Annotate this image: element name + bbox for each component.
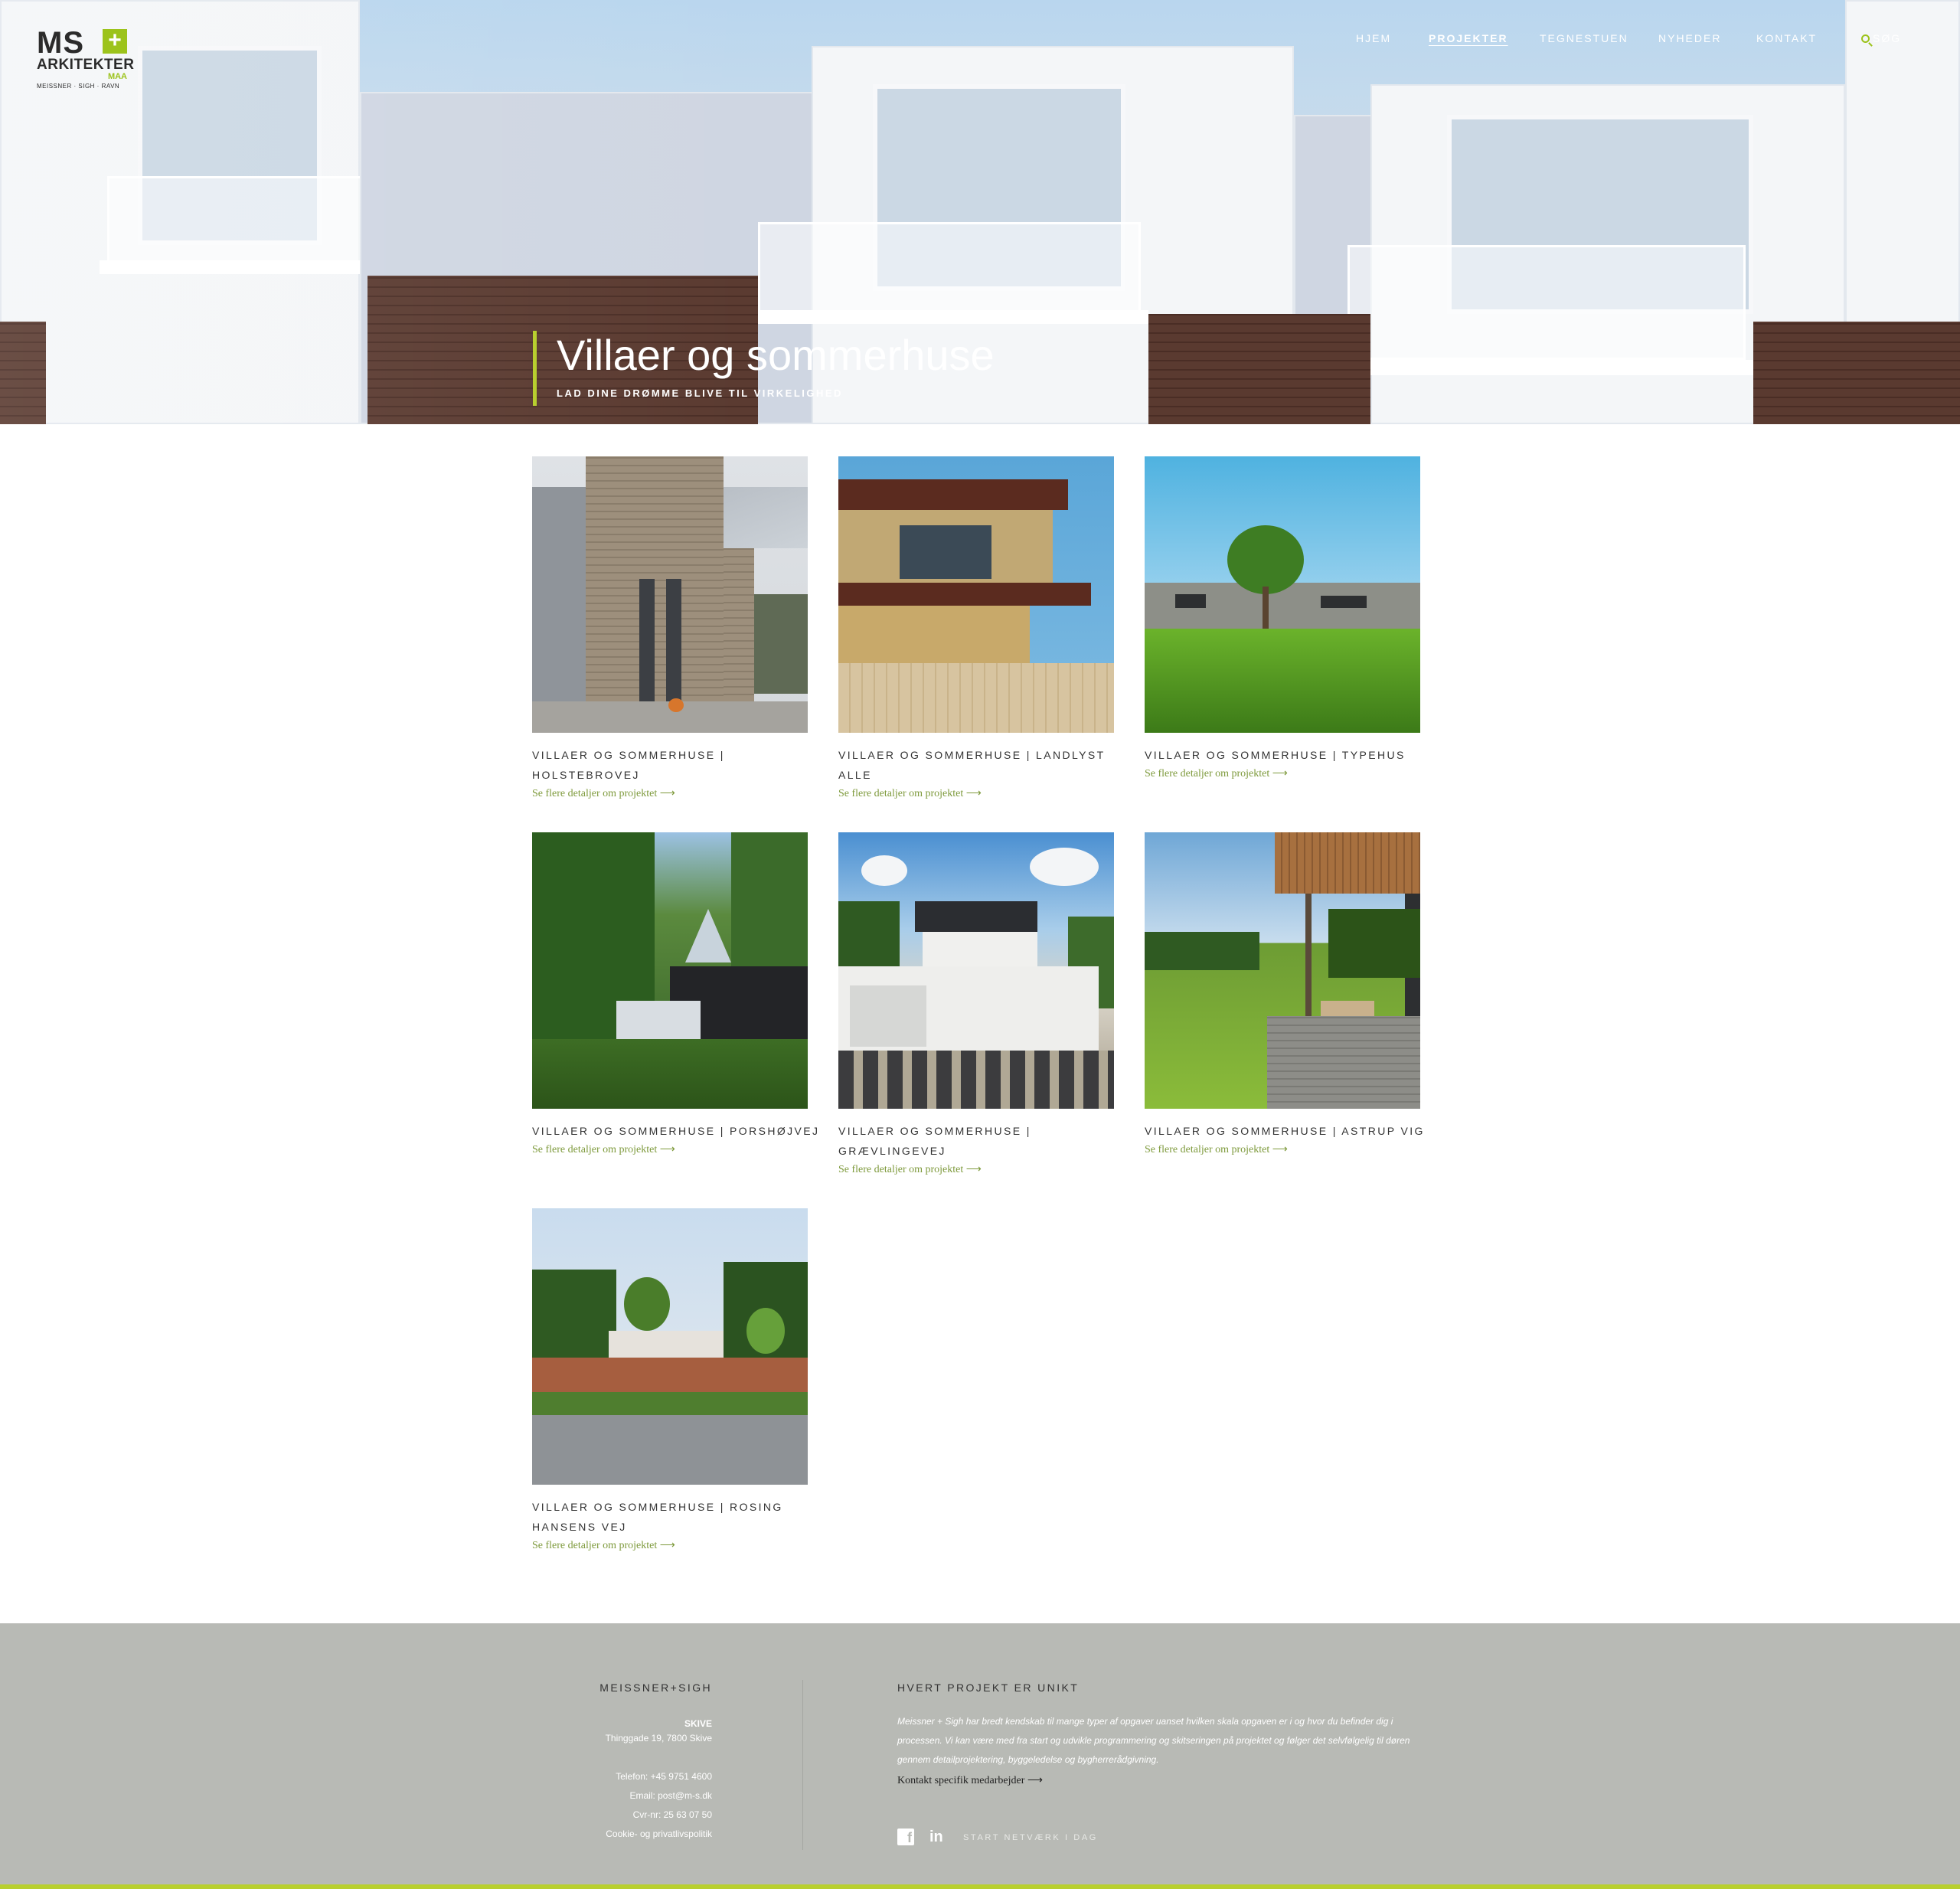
project-card[interactable]: VILLAER OG SOMMERHUSE | ROSING HANSENS V… (532, 1208, 808, 1555)
nav-item-tegnestuen[interactable]: TEGNESTUEN (1540, 32, 1628, 44)
hero-banner: MS + ARKITEKTER MAA MEISSNER · SIGH · RA… (0, 0, 1960, 424)
site-footer: MEISSNER+SIGH SKIVE Thinggade 19, 7800 S… (0, 1623, 1960, 1889)
project-title[interactable]: VILLAER OG SOMMERHUSE | LANDLYST ALLE (838, 745, 1129, 785)
footer-divider (802, 1680, 803, 1850)
footer-policy-link[interactable]: Cookie- og privatlivspolitik (536, 1825, 712, 1844)
project-thumbnail[interactable] (1145, 456, 1420, 733)
project-details-link[interactable]: Se flere detaljer om projektet ⟶ (838, 1161, 1114, 1179)
main-nav: HJEM PROJEKTER TEGNESTUEN NYHEDER KONTAK… (0, 32, 1960, 47)
project-title[interactable]: VILLAER OG SOMMERHUSE | ASTRUP VIG (1145, 1121, 1436, 1141)
facebook-icon[interactable]: f (897, 1829, 914, 1845)
footer-contact: MEISSNER+SIGH SKIVE Thinggade 19, 7800 S… (536, 1681, 712, 1844)
project-thumbnail[interactable] (532, 456, 808, 733)
nav-item-nyheder[interactable]: NYHEDER (1658, 32, 1721, 44)
project-card[interactable]: VILLAER OG SOMMERHUSE | GRÆVLINGEVEJ Se … (838, 832, 1114, 1179)
project-details-link[interactable]: Se flere detaljer om projektet ⟶ (838, 785, 1114, 803)
footer-address: Thinggade 19, 7800 Skive (605, 1733, 712, 1744)
footer-social-text: START NETVÆRK I DAG (963, 1833, 1098, 1842)
project-title[interactable]: VILLAER OG SOMMERHUSE | GRÆVLINGEVEJ (838, 1121, 1129, 1161)
search-label: SØG (1873, 32, 1902, 44)
nav-item-kontakt[interactable]: KONTAKT (1756, 32, 1817, 44)
footer-about: HVERT PROJEKT ER UNIKT Meissner + Sigh h… (897, 1681, 1433, 1787)
project-thumbnail[interactable] (532, 832, 808, 1109)
project-title[interactable]: VILLAER OG SOMMERHUSE | HOLSTEBROVEJ (532, 745, 823, 785)
project-details-link[interactable]: Se flere detaljer om projektet ⟶ (1145, 765, 1420, 783)
project-thumbnail[interactable] (838, 832, 1114, 1109)
footer-city: SKIVE (684, 1718, 712, 1729)
footer-contact-link[interactable]: Kontakt specifik medarbejder ⟶ (897, 1774, 1433, 1787)
logo-subtitle: MEISSNER · SIGH · RAVN (37, 83, 120, 90)
project-card[interactable]: VILLAER OG SOMMERHUSE | PORSHØJVEJ Se fl… (532, 832, 818, 1159)
footer-phone[interactable]: Telefon: +45 9751 4600 (536, 1767, 712, 1786)
search-button[interactable]: SØG (1861, 32, 1901, 44)
project-thumbnail[interactable] (838, 456, 1114, 733)
project-title[interactable]: VILLAER OG SOMMERHUSE | ROSING HANSENS V… (532, 1497, 823, 1537)
hero-heading: Villaer og sommerhuse LAD DINE DRØMME BL… (533, 331, 995, 406)
project-thumbnail[interactable] (532, 1208, 808, 1485)
project-card[interactable]: VILLAER OG SOMMERHUSE | HOLSTEBROVEJ Se … (532, 456, 808, 803)
project-card[interactable]: VILLAER OG SOMMERHUSE | ASTRUP VIG Se fl… (1145, 832, 1423, 1159)
nav-item-projekter[interactable]: PROJEKTER (1429, 32, 1508, 44)
project-details-link[interactable]: Se flere detaljer om projektet ⟶ (532, 1537, 808, 1555)
footer-cvr: Cvr-nr: 25 63 07 50 (632, 1809, 712, 1820)
project-card[interactable]: VILLAER OG SOMMERHUSE | TYPEHUS Se flere… (1145, 456, 1420, 783)
project-details-link[interactable]: Se flere detaljer om projektet ⟶ (1145, 1141, 1420, 1159)
project-title[interactable]: VILLAER OG SOMMERHUSE | PORSHØJVEJ (532, 1121, 823, 1141)
project-card[interactable]: VILLAER OG SOMMERHUSE | LANDLYST ALLE Se… (838, 456, 1114, 803)
logo-maa: MAA (107, 72, 127, 81)
page-title: Villaer og sommerhuse (557, 331, 995, 379)
project-title[interactable]: VILLAER OG SOMMERHUSE | TYPEHUS (1145, 745, 1436, 765)
footer-org-name: MEISSNER+SIGH (599, 1681, 712, 1694)
linkedin-icon[interactable]: in (929, 1829, 943, 1845)
footer-body-text: Meissner + Sigh har bredt kendskab til m… (897, 1716, 1410, 1765)
project-thumbnail[interactable] (1145, 832, 1420, 1109)
project-details-link[interactable]: Se flere detaljer om projektet ⟶ (532, 1141, 808, 1159)
footer-accent-bar (0, 1884, 1960, 1889)
footer-heading: HVERT PROJEKT ER UNIKT (897, 1681, 1080, 1694)
page-subtitle: LAD DINE DRØMME BLIVE TIL VIRKELIGHED (557, 387, 843, 399)
footer-email[interactable]: Email: post@m-s.dk (536, 1786, 712, 1806)
nav-item-hjem[interactable]: HJEM (1356, 32, 1391, 44)
search-icon (1861, 34, 1870, 43)
logo-arkitekter: ARKITEKTER (37, 57, 135, 73)
project-details-link[interactable]: Se flere detaljer om projektet ⟶ (532, 785, 808, 803)
